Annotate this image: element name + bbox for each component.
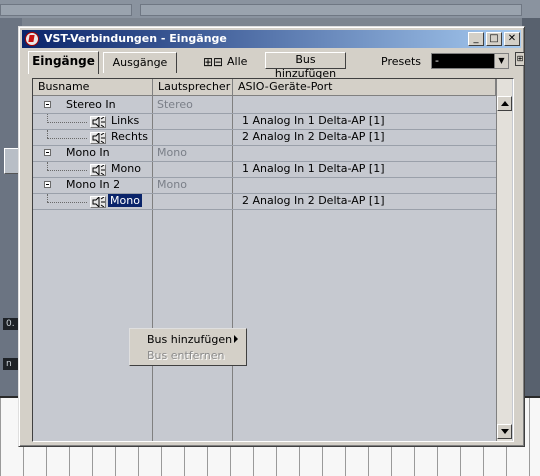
tab-outputs[interactable]: Ausgänge — [103, 52, 177, 73]
speaker-icon — [90, 132, 106, 144]
scroll-down-button[interactable] — [497, 424, 512, 439]
asio-port[interactable]: 1 Analog In 1 Delta-AP [1] — [242, 161, 385, 176]
column-divider — [152, 96, 153, 441]
side-panel-button[interactable]: ⊞ — [515, 52, 525, 66]
scroll-up-button[interactable] — [497, 96, 512, 111]
arrow-up-icon — [501, 101, 509, 106]
window-title: VST-Verbindungen - Eingänge — [44, 32, 227, 45]
asio-port[interactable]: 2 Analog In 2 Delta-AP [1] — [242, 129, 385, 144]
asio-port[interactable]: 2 Analog In 2 Delta-AP [1] — [242, 193, 385, 208]
tab-inputs[interactable]: Eingänge — [28, 51, 99, 74]
background-toolbar — [0, 0, 540, 18]
collapse-icon[interactable] — [44, 101, 51, 108]
speaker-icon — [90, 116, 106, 128]
maximize-button[interactable]: □ — [486, 32, 502, 46]
presets-dropdown[interactable]: - ▼ — [431, 53, 509, 69]
speaker-config[interactable]: Mono — [157, 145, 187, 160]
cubase-app-icon — [25, 32, 39, 46]
context-menu: Bus hinzufügen Bus entfernen — [129, 328, 247, 366]
column-divider — [232, 96, 233, 441]
background-value: 0. — [3, 318, 19, 330]
background-toolbar-segment — [140, 4, 522, 16]
background-value: n In — [3, 358, 19, 370]
row-divider — [33, 209, 496, 210]
tree-line — [47, 202, 87, 203]
tree-line — [47, 138, 87, 139]
all-label[interactable]: Alle — [227, 54, 247, 70]
vertical-scrollbar[interactable] — [496, 79, 512, 441]
background-piano-key — [0, 398, 1, 476]
vst-connections-window: VST-Verbindungen - Eingänge _ □ ✕ Eingän… — [18, 26, 525, 447]
context-remove-bus: Bus entfernen — [147, 349, 225, 362]
bus-name[interactable]: Mono In 2 — [66, 177, 120, 192]
column-header-speaker[interactable]: Lautsprecher — [153, 79, 233, 96]
speaker-config[interactable]: Mono — [157, 177, 187, 192]
channel-name-selected[interactable]: Mono — [108, 193, 142, 208]
expand-collapse-icon[interactable]: ⊞⊟ — [203, 55, 223, 69]
tree-line — [47, 194, 48, 202]
background-toolbar-segment — [0, 4, 132, 16]
speaker-config[interactable]: Stereo — [157, 97, 193, 112]
tree-line — [47, 122, 87, 123]
minimize-button[interactable]: _ — [468, 32, 484, 46]
bus-name[interactable]: Stereo In — [66, 97, 116, 112]
title-bar[interactable]: VST-Verbindungen - Eingänge _ □ ✕ — [22, 30, 521, 48]
tree-line — [47, 170, 87, 171]
background-piano-key — [529, 398, 530, 476]
collapse-icon[interactable] — [44, 181, 51, 188]
speaker-icon — [90, 196, 106, 208]
asio-port[interactable]: 1 Analog In 1 Delta-AP [1] — [242, 113, 385, 128]
tree-line — [47, 130, 48, 138]
submenu-arrow-icon — [234, 335, 238, 343]
channel-name[interactable]: Mono — [108, 194, 142, 207]
speaker-icon — [90, 164, 106, 176]
bus-table: Busname Lautsprecher ASIO-Geräte-Port St… — [32, 78, 514, 442]
presets-value: - — [435, 54, 439, 67]
context-add-bus[interactable]: Bus hinzufügen — [147, 333, 232, 347]
column-header-busname[interactable]: Busname — [33, 79, 153, 96]
presets-label: Presets — [381, 55, 422, 68]
arrow-down-icon — [501, 429, 509, 434]
chevron-down-icon[interactable]: ▼ — [494, 54, 508, 68]
channel-name[interactable]: Links — [111, 113, 139, 128]
column-header-asio-port[interactable]: ASIO-Geräte-Port — [233, 79, 496, 96]
close-button[interactable]: ✕ — [504, 32, 520, 46]
channel-name[interactable]: Rechts — [111, 129, 148, 144]
tree-line — [47, 162, 48, 170]
channel-name[interactable]: Mono — [111, 161, 141, 176]
collapse-icon[interactable] — [44, 149, 51, 156]
bus-name[interactable]: Mono In — [66, 145, 110, 160]
add-bus-button[interactable]: Bus hinzufügen — [265, 52, 346, 80]
